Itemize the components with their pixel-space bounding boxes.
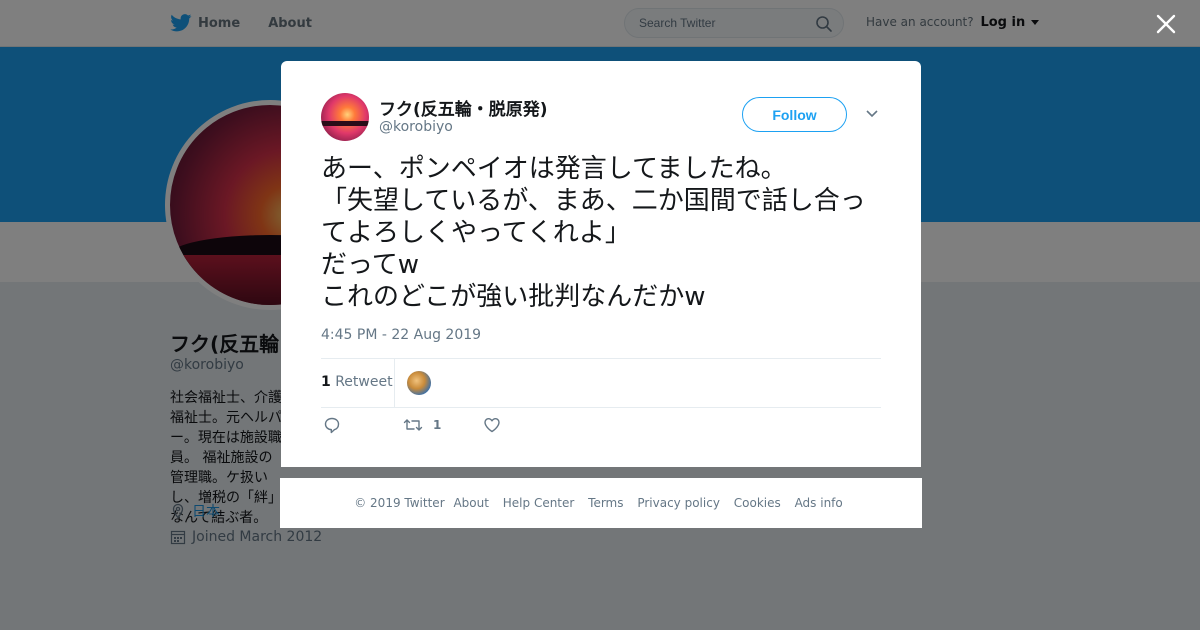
heart-icon [484,418,500,433]
footer-link-help-center[interactable]: Help Center [503,496,575,510]
tweet-author-handle[interactable]: @korobiyo [379,119,453,135]
footer-link-privacy[interactable]: Privacy policy [637,496,720,510]
tweet-author-avatar[interactable] [321,93,369,141]
retweet-count: 1 [321,374,331,390]
footer-copyright: © 2019 Twitter [354,496,445,510]
tweet-modal: フク(反五輪・脱原発) @korobiyo Follow あー、ポンペイオは発言… [281,61,921,467]
avatar-horizon-shape [321,121,369,126]
footer-link-terms[interactable]: Terms [588,496,623,510]
tweet-timestamp[interactable]: 4:45 PM - 22 Aug 2019 [321,327,481,343]
tweet-text: あー、ポンペイオは発言してましたね。 「失望しているが、まあ、二か国間で話し合っ… [321,154,866,312]
tweet-author-name[interactable]: フク(反五輪・脱原発) [379,95,548,120]
retweet-stat[interactable]: 1 Retweet [321,374,393,390]
footer-link-cookies[interactable]: Cookies [734,496,781,510]
retweeter-avatar[interactable] [407,371,431,395]
retweet-icon [403,419,423,431]
retweet-label: Retweet [335,374,393,390]
modal-footer: © 2019 Twitter About Help Center Terms P… [280,478,922,528]
footer-links: © 2019 Twitter About Help Center Terms P… [280,496,922,510]
footer-link-about[interactable]: About [453,496,488,510]
follow-button[interactable]: Follow [742,97,847,132]
chevron-down-icon[interactable] [865,109,879,119]
close-icon[interactable] [1154,12,1178,36]
footer-link-ads-info[interactable]: Ads info [795,496,843,510]
reply-button[interactable] [323,416,341,434]
like-button[interactable] [483,416,501,434]
tweet-stats: 1 Retweet [321,358,881,408]
retweet-button[interactable]: 1 [403,416,441,434]
stats-divider [394,359,395,407]
retweet-action-count: 1 [433,418,442,432]
tweet-actions: 1 [321,416,881,440]
reply-icon [324,417,340,434]
